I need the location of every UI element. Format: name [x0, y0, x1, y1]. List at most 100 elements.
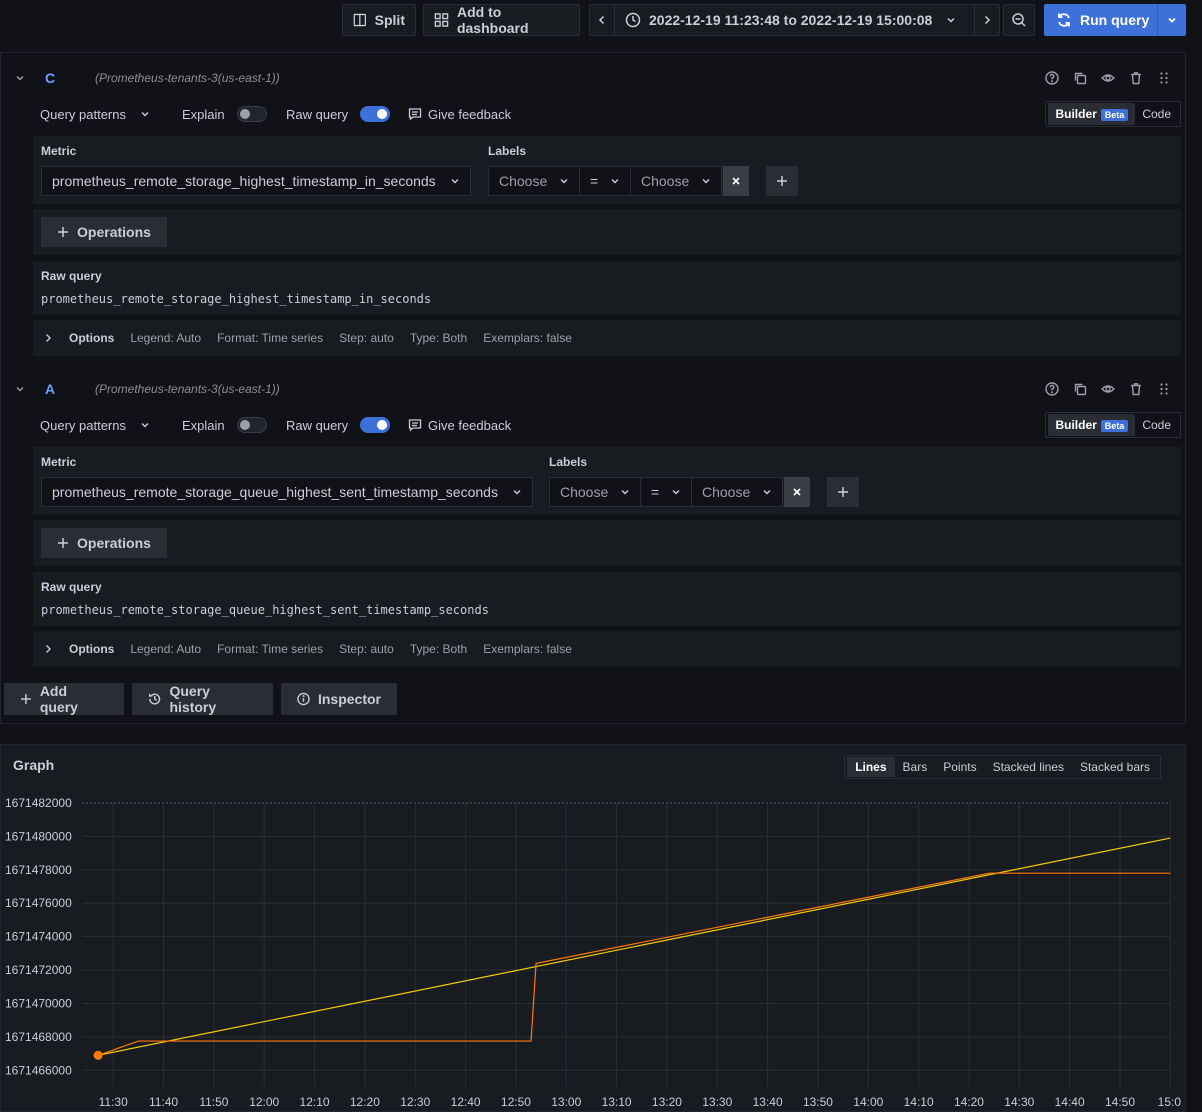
query-patterns-dropdown[interactable]: Query patterns [40, 107, 150, 122]
time-shift-forward-button[interactable] [974, 4, 1000, 36]
x-tick-label: 12:00 [249, 1095, 279, 1109]
chevron-down-icon [141, 112, 149, 117]
label-key-placeholder: Choose [499, 173, 548, 189]
operations-label: Operations [77, 224, 151, 240]
editor-mode-switch: Builder Beta Code [1045, 101, 1181, 127]
option-type: Type: Both [409, 642, 468, 656]
builder-mode-option[interactable]: Builder Beta [1048, 414, 1136, 436]
x-tick-label: 11:40 [149, 1095, 178, 1109]
query-options-section[interactable]: Options Legend: Auto Format: Time series… [33, 320, 1181, 356]
chevron-down-icon [672, 490, 680, 495]
y-tick-label: 1671472000 [5, 963, 72, 977]
time-shift-back-button[interactable] [589, 4, 615, 36]
raw-query-text: prometheus_remote_storage_queue_highest_… [41, 603, 489, 617]
remove-label-button[interactable] [784, 477, 810, 507]
raw-query-toggle[interactable] [360, 417, 391, 433]
label-value-select[interactable]: Choose [630, 166, 722, 196]
eye-icon[interactable] [1101, 382, 1115, 396]
label-value-select[interactable]: Choose [691, 477, 783, 507]
run-query-dropdown[interactable] [1158, 15, 1186, 25]
chevron-down-icon [702, 179, 710, 184]
split-icon [353, 13, 367, 27]
trash-icon[interactable] [1129, 382, 1143, 396]
collapse-query-button[interactable] [5, 73, 35, 83]
code-mode-option[interactable]: Code [1135, 414, 1178, 436]
query-datasource: (Prometheus-tenants-3(us-east-1)) [95, 382, 280, 396]
explain-toggle[interactable] [236, 106, 267, 122]
add-label-button[interactable] [766, 166, 798, 196]
raw-query-heading: Raw query [41, 580, 102, 594]
raw-query-toggle[interactable] [360, 106, 391, 122]
x-tick-label: 13:40 [753, 1095, 783, 1109]
run-query-button[interactable]: Run query [1044, 4, 1186, 36]
metric-labels-section: Metric prometheus_remote_storage_highest… [33, 136, 1181, 204]
query-header: C (Prometheus-tenants-3(us-east-1)) [5, 63, 1181, 93]
label-key-placeholder: Choose [560, 484, 609, 500]
query-options-section[interactable]: Options Legend: Auto Format: Time series… [33, 631, 1181, 667]
operations-section: Operations [33, 209, 1181, 255]
raw-query-toggle-group: Raw query [286, 106, 391, 122]
add-operation-button[interactable]: Operations [41, 528, 167, 558]
add-label-button[interactable] [827, 477, 859, 507]
help-icon[interactable] [1045, 382, 1059, 396]
help-icon[interactable] [1045, 71, 1059, 85]
eye-icon[interactable] [1101, 71, 1115, 85]
y-tick-label: 1671476000 [5, 896, 72, 910]
collapse-query-button[interactable] [5, 384, 35, 394]
y-tick-label: 1671470000 [5, 996, 72, 1010]
trash-icon[interactable] [1129, 71, 1143, 85]
query-patterns-dropdown[interactable]: Query patterns [40, 418, 150, 433]
drag-handle-icon[interactable] [1157, 382, 1171, 396]
add-operation-button[interactable]: Operations [41, 217, 167, 247]
inspector-button[interactable]: Inspector [281, 683, 397, 715]
series-line-2 [97, 872, 1171, 1056]
x-tick-label: 13:50 [803, 1095, 833, 1109]
label-key-select[interactable]: Choose [549, 477, 641, 507]
close-icon [793, 488, 801, 496]
drag-handle-icon[interactable] [1157, 71, 1171, 85]
plus-icon [58, 227, 69, 237]
time-range-picker[interactable]: 2022-12-19 11:23:48 to 2022-12-19 15:00:… [614, 4, 975, 36]
raw-query-text: prometheus_remote_storage_highest_timest… [41, 292, 432, 306]
duplicate-icon[interactable] [1073, 382, 1087, 396]
query-row-a: A (Prometheus-tenants-3(us-east-1)) Quer… [5, 374, 1181, 674]
metric-select[interactable]: prometheus_remote_storage_highest_timest… [41, 166, 471, 196]
query-ref-id[interactable]: A [35, 381, 95, 397]
label-operator-select[interactable]: = [640, 477, 692, 507]
builder-mode-option[interactable]: Builder Beta [1048, 103, 1136, 125]
give-feedback-link[interactable]: Give feedback [408, 107, 511, 122]
query-history-button[interactable]: Query history [132, 683, 273, 715]
y-tick-label: 1671478000 [5, 863, 72, 877]
time-series-chart[interactable]: 1671466000 1671468000 1671470000 1671472000… [1, 745, 1185, 1111]
operations-section: Operations [33, 520, 1181, 566]
x-tick-label: 12:20 [350, 1095, 380, 1109]
query-datasource: (Prometheus-tenants-3(us-east-1)) [95, 71, 280, 85]
metric-value: prometheus_remote_storage_highest_timest… [52, 173, 436, 189]
split-button[interactable]: Split [342, 4, 416, 36]
plus-icon [20, 694, 31, 704]
y-tick-label: 1671474000 [5, 930, 72, 944]
comment-icon [408, 419, 422, 432]
option-type: Type: Both [409, 331, 468, 345]
x-tick-label: 14:50 [1105, 1095, 1135, 1109]
give-feedback-link[interactable]: Give feedback [408, 418, 511, 433]
metric-select[interactable]: prometheus_remote_storage_queue_highest_… [41, 477, 533, 507]
query-ref-id[interactable]: C [35, 70, 95, 86]
add-query-button[interactable]: Add query [4, 683, 124, 715]
option-legend: Legend: Auto [130, 642, 202, 656]
plus-icon [777, 176, 787, 186]
query-history-label: Query history [169, 683, 217, 715]
history-icon [148, 693, 161, 705]
label-key-select[interactable]: Choose [488, 166, 580, 196]
explain-toggle-group: Explain [182, 417, 267, 433]
zoom-out-button[interactable] [1003, 4, 1035, 36]
label-operator-select[interactable]: = [579, 166, 631, 196]
code-mode-option[interactable]: Code [1135, 103, 1178, 125]
series-line-1 [97, 837, 1171, 1056]
explain-toggle[interactable] [236, 417, 267, 433]
options-label: Options [69, 331, 115, 345]
duplicate-icon[interactable] [1073, 71, 1087, 85]
remove-label-button[interactable] [723, 166, 749, 196]
option-exemplars: Exemplars: false [483, 331, 572, 345]
add-to-dashboard-button[interactable]: Add to dashboard [423, 4, 580, 36]
